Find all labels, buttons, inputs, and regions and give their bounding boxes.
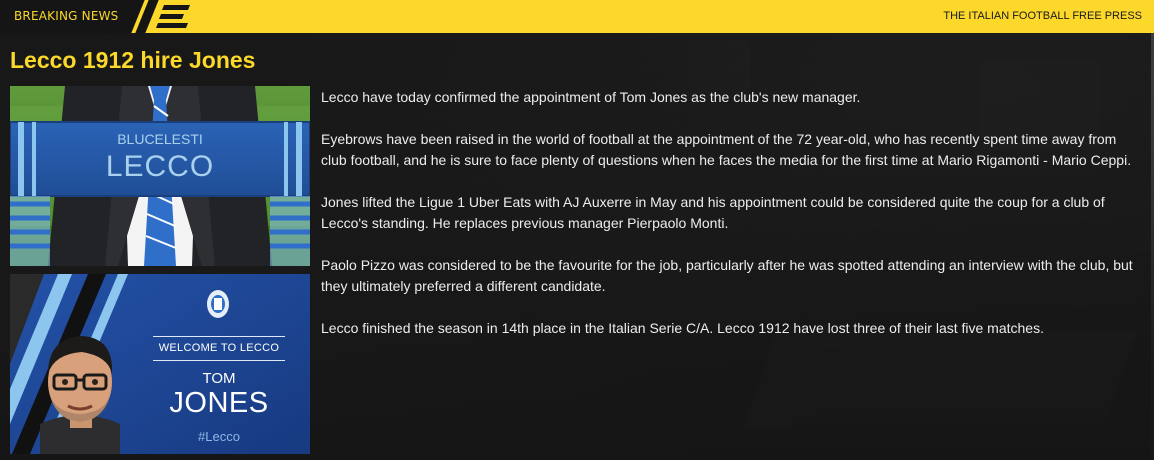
welcome-graphic: WELCOME TO LECCO TOM JONES #Lecco [10,274,310,454]
scarf-slogan: BLUCELESTI [117,131,203,147]
news-header-bar: BREAKING NEWS THE ITALIAN FOOTBALL FREE … [0,0,1154,33]
divider-line [153,360,285,361]
article-paragraph: Eyebrows have been raised in the world o… [321,131,1132,168]
scarf-club-name: LECCO [105,150,215,183]
breaking-news-label: BREAKING NEWS [0,0,130,33]
manager-last-name: JONES [169,387,269,419]
scarf-photo: BLUCELESTI LECCO [10,86,310,266]
divider-line [153,336,285,337]
article-paragraph: Paolo Pizzo was considered to be the fav… [321,257,1133,294]
article-body: Lecco have today confirmed the appointme… [321,87,1141,360]
article-paragraph: Jones lifted the Ligue 1 Uber Eats with … [321,194,1105,231]
article-paragraph: Lecco have today confirmed the appointme… [321,89,861,105]
welcome-label: WELCOME TO LECCO [158,342,280,354]
newspaper-logo-icon [156,5,190,28]
article-paragraph: Lecco finished the season in 14th place … [321,320,1044,336]
article-headline: Lecco 1912 hire Jones [10,47,256,73]
club-hashtag: #Lecco [198,429,240,444]
manager-first-name: TOM [202,370,236,387]
publication-name: THE ITALIAN FOOTBALL FREE PRESS [943,10,1142,22]
